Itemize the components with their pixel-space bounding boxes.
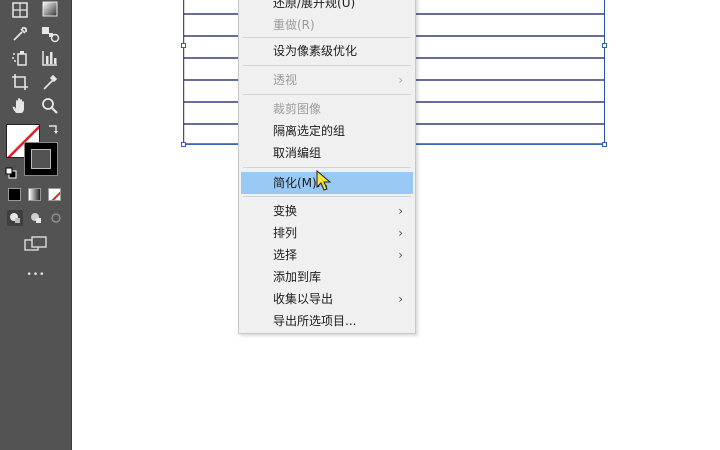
draw-behind-icon[interactable] [28,210,44,226]
menu-separator [243,65,411,66]
submenu-arrow-icon: › [398,248,403,262]
screen-mode-icon[interactable] [24,236,48,252]
menu-item-crop-image[interactable]: 裁剪图像 [241,99,413,119]
menu-item-label: 重做(R) [273,18,315,32]
crop-tool-icon[interactable] [10,72,30,92]
stroke-swatch[interactable] [24,142,58,176]
menu-item-label: 选择 [273,248,298,262]
menu-separator [243,94,411,95]
slice-tool-icon[interactable] [40,72,60,92]
menu-item-redo[interactable]: 重做(R) [241,15,413,35]
menu-item-perspective[interactable]: 透视 › [241,70,413,90]
gradient-mode-button[interactable] [28,188,41,201]
column-graph-tool-icon[interactable] [40,48,60,68]
hand-tool-icon[interactable] [10,96,30,116]
menu-item-label: 裁剪图像 [273,102,322,116]
submenu-arrow-icon: › [398,204,403,218]
blend-tool-icon[interactable] [40,24,60,44]
tools-panel: ••• [0,0,72,450]
swap-fill-stroke-icon[interactable] [46,122,60,136]
menu-item-collect-for-export[interactable]: 收集以导出 › [241,289,413,309]
selection-handle-right[interactable] [602,43,607,48]
menu-item-label: 设为像素级优化 [273,44,358,58]
menu-item-ungroup[interactable]: 取消编组 [241,143,413,163]
submenu-arrow-icon: › [398,226,403,240]
menu-separator [243,167,411,168]
zoom-tool-icon[interactable] [40,96,60,116]
menu-item-transform[interactable]: 变换 › [241,201,413,221]
submenu-arrow-icon: › [398,73,403,87]
menu-item-label: 透视 [273,73,298,87]
selection-handle-bottom-left[interactable] [181,142,186,147]
menu-item-label: 变换 [273,204,298,218]
menu-item-make-pixel-perfect[interactable]: 设为像素级优化 [241,41,413,61]
selection-handle-left[interactable] [181,43,186,48]
menu-separator [243,196,411,197]
edit-toolbar-button[interactable]: ••• [24,268,48,282]
menu-item-label: 隔离选定的组 [273,124,346,138]
color-mode-button[interactable] [8,188,21,201]
menu-item-label: 导出所选项目... [273,314,357,328]
submenu-arrow-icon: › [398,292,403,306]
default-fill-stroke-icon[interactable] [5,164,17,179]
symbol-sprayer-tool-icon[interactable] [10,48,30,68]
menu-separator [243,37,411,38]
draw-inside-icon[interactable] [48,210,64,226]
menu-item-label: 还原/展开规(U) [273,0,356,10]
menu-item-isolate-group[interactable]: 隔离选定的组 [241,121,413,141]
artboard-grid-tool-icon[interactable] [10,0,30,20]
draw-normal-icon[interactable] [7,210,23,226]
mouse-cursor-icon [316,169,332,192]
menu-item-select[interactable]: 选择 › [241,245,413,265]
gradient-tool-icon[interactable] [40,0,60,20]
selection-handle-bottom-right[interactable] [602,142,607,147]
menu-item-label: 收集以导出 [273,292,334,306]
none-icon [51,191,60,200]
menu-item-undo-expand[interactable]: 还原/展开规(U) [241,0,413,13]
menu-item-label: 排列 [273,226,298,240]
menu-item-label: 取消编组 [273,146,322,160]
context-menu: 还原/展开规(U) 重做(R) 设为像素级优化 透视 › 裁剪图像 隔离选定的组 … [238,0,416,334]
menu-item-label: 添加到库 [273,270,322,284]
eyedropper-tool-icon[interactable] [10,24,30,44]
menu-item-export-selection[interactable]: 导出所选项目... [241,311,413,331]
menu-item-add-to-library[interactable]: 添加到库 [241,267,413,287]
menu-item-arrange[interactable]: 排列 › [241,223,413,243]
none-mode-button[interactable] [48,188,61,201]
